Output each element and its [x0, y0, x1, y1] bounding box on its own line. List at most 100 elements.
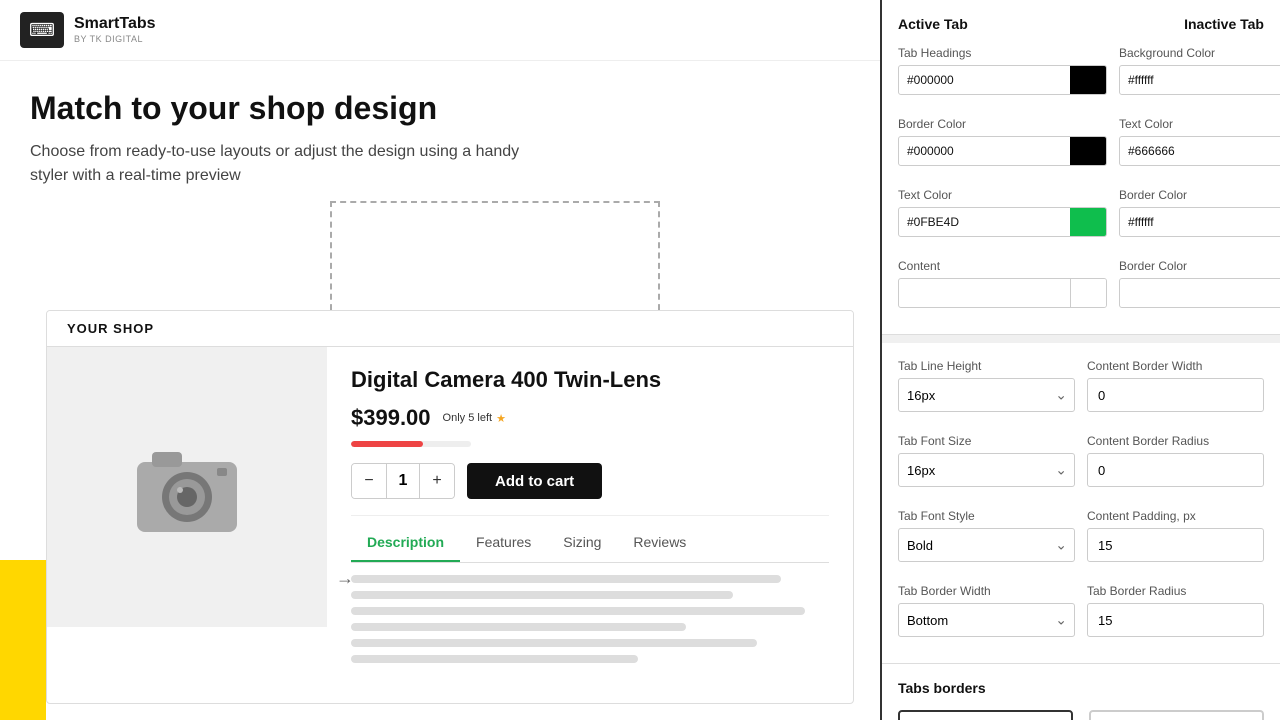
active-border-color-swatch[interactable] — [1070, 136, 1106, 166]
left-panel: ⌨ SmartTabs BY TK DIGITAL Match to your … — [0, 0, 880, 720]
tab-line-height-label: Tab Line Height — [898, 359, 1075, 373]
stock-badge: Only 5 left ★ — [443, 412, 506, 425]
inactive-border-color-input[interactable] — [1120, 215, 1280, 229]
content-padding-input[interactable] — [1087, 528, 1264, 562]
inactive-border-color2-group: Border Color — [1119, 259, 1280, 308]
tab-font-size-select[interactable]: 16px 14px 18px — [898, 453, 1075, 487]
content-line-4 — [351, 623, 686, 631]
shop-body: Digital Camera 400 Twin-Lens $399.00 Onl… — [47, 347, 853, 703]
content-line-6 — [351, 655, 638, 663]
tab-border-width-label: Tab Border Width — [898, 584, 1075, 598]
inactive-text-color-group: Text Color — [1119, 117, 1280, 166]
border-previews: ✓ ✓ Active tab | | Inactive tab ✓ — [898, 710, 1264, 720]
product-title: Digital Camera 400 Twin-Lens — [351, 367, 829, 393]
stock-star-icon: ★ — [496, 412, 506, 425]
product-image-area — [47, 347, 327, 627]
active-border-color-label: Border Color — [898, 117, 1107, 131]
active-tab-border-preview[interactable]: ✓ ✓ Active tab — [898, 710, 1073, 720]
active-tab-headings-input[interactable] — [899, 73, 1070, 87]
inactive-border-color-input-row[interactable] — [1119, 207, 1280, 237]
qty-increase-button[interactable]: + — [420, 464, 454, 498]
active-tab-headings-group: Tab Headings — [898, 46, 1107, 95]
product-tabs-row: Description Features Sizing Reviews — [351, 524, 829, 563]
shop-card: YOUR SHOP Digital Camera 400 Twin-Lens — [46, 310, 854, 704]
brand-name: SmartTabs — [74, 16, 156, 32]
inactive-border-color2-input[interactable] — [1120, 286, 1280, 300]
section-header-row: Active Tab Inactive Tab — [898, 16, 1264, 32]
app-header: ⌨ SmartTabs BY TK DIGITAL — [0, 0, 880, 61]
tab-border-radius-input[interactable] — [1087, 603, 1264, 637]
active-tab-headings-input-row[interactable] — [898, 65, 1107, 95]
hero-title: Match to your shop design — [30, 91, 850, 126]
active-tab-headings-label: Tab Headings — [898, 46, 1107, 60]
content-border-radius-label: Content Border Radius — [1087, 434, 1264, 448]
tab-font-style-select[interactable]: Bold Normal Italic — [898, 528, 1075, 562]
inactive-tab-section-title: Inactive Tab — [1184, 16, 1264, 32]
content-lines — [351, 563, 829, 683]
active-border-color-input-row[interactable] — [898, 136, 1107, 166]
tab-features[interactable]: Features — [460, 524, 547, 562]
content-border-width-label: Content Border Width — [1087, 359, 1264, 373]
tab-reviews[interactable]: Reviews — [617, 524, 702, 562]
add-to-cart-button[interactable]: Add to cart — [467, 463, 602, 499]
qty-row: − 1 + Add to cart — [351, 463, 829, 499]
active-text-color-input[interactable] — [899, 215, 1070, 229]
active-text-color-input-row[interactable] — [898, 207, 1107, 237]
inactive-text-color-input-row[interactable] — [1119, 136, 1280, 166]
tab-border-width-select[interactable]: Bottom All None — [898, 603, 1075, 637]
content-line-1 — [351, 575, 781, 583]
inactive-tab-bg-label: Background Color — [1119, 46, 1280, 60]
qty-value: 1 — [386, 464, 420, 498]
tab-line-height-group: Tab Line Height 16px 18px 20px — [898, 359, 1075, 412]
camera-svg-icon — [122, 432, 252, 542]
content-padding-group: Content Padding, px — [1087, 509, 1264, 562]
hero-section: Match to your shop design Choose from re… — [0, 61, 880, 208]
tab-font-size-label: Tab Font Size — [898, 434, 1075, 448]
active-border-color-group: Border Color — [898, 117, 1107, 166]
inactive-tab-bg-input-row[interactable] — [1119, 65, 1280, 95]
content-border-width-group: Content Border Width — [1087, 359, 1264, 412]
inactive-text-color-input[interactable] — [1120, 144, 1280, 158]
qty-decrease-button[interactable]: − — [352, 464, 386, 498]
divider-line — [351, 515, 829, 516]
layout-settings-section: Tab Line Height 16px 18px 20px Content B… — [882, 343, 1280, 664]
content-line-2 — [351, 591, 733, 599]
stock-text: Only 5 left — [443, 412, 493, 424]
arrow-indicator: → — [336, 568, 354, 589]
content-line-3 — [351, 607, 805, 615]
inactive-border-color2-input-row[interactable] — [1119, 278, 1280, 308]
active-content-swatch[interactable] — [1070, 278, 1106, 308]
right-panel: Active Tab Inactive Tab Tab Headings Bac… — [880, 0, 1280, 720]
shop-header: YOUR SHOP — [47, 311, 853, 347]
tab-line-height-wrapper[interactable]: 16px 18px 20px — [898, 378, 1075, 412]
tab-border-width-wrapper[interactable]: Bottom All None — [898, 603, 1075, 637]
tab-font-size-wrapper[interactable]: 16px 14px 18px — [898, 453, 1075, 487]
inactive-tab-border-preview[interactable]: | | Inactive tab ✓ — [1089, 710, 1264, 720]
logo-icon: ⌨ — [29, 20, 55, 41]
tab-description[interactable]: Description — [351, 524, 460, 562]
tab-font-style-wrapper[interactable]: Bold Normal Italic — [898, 528, 1075, 562]
content-padding-label: Content Padding, px — [1087, 509, 1264, 523]
content-border-radius-input[interactable] — [1087, 453, 1264, 487]
inactive-text-color-label: Text Color — [1119, 117, 1280, 131]
content-border-radius-group: Content Border Radius — [1087, 434, 1264, 487]
active-border-color-input[interactable] — [899, 144, 1070, 158]
active-text-color-swatch[interactable] — [1070, 207, 1106, 237]
hero-desc: Choose from ready-to-use layouts or adju… — [30, 140, 550, 188]
stock-bar — [351, 441, 471, 447]
logo-box: ⌨ — [20, 12, 64, 48]
qty-control: − 1 + — [351, 463, 455, 499]
active-content-input-row[interactable] — [898, 278, 1107, 308]
tab-font-style-label: Tab Font Style — [898, 509, 1075, 523]
tab-line-height-select[interactable]: 16px 18px 20px — [898, 378, 1075, 412]
active-content-input[interactable] — [899, 286, 1070, 300]
inactive-tab-bg-input[interactable] — [1120, 73, 1280, 87]
tab-border-width-group: Tab Border Width Bottom All None — [898, 584, 1075, 637]
active-tab-headings-swatch[interactable] — [1070, 65, 1106, 95]
tab-color-settings: Active Tab Inactive Tab Tab Headings Bac… — [882, 0, 1280, 335]
content-border-width-input[interactable] — [1087, 378, 1264, 412]
tab-sizing[interactable]: Sizing — [547, 524, 617, 562]
tab-font-style-group: Tab Font Style Bold Normal Italic — [898, 509, 1075, 562]
inactive-border-color-label: Border Color — [1119, 188, 1280, 202]
color-settings-grid: Tab Headings Background Color Border Col… — [898, 46, 1264, 318]
